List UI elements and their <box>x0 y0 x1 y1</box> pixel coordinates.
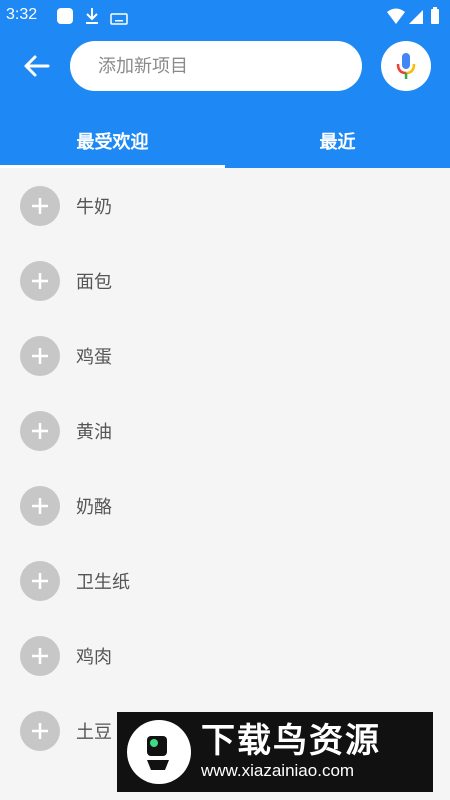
list-item-label: 牛奶 <box>76 196 112 218</box>
list-item-label: 鸡蛋 <box>76 346 112 368</box>
tab-label: 最受欢迎 <box>76 132 149 153</box>
list-item[interactable]: 面包 <box>0 243 450 318</box>
search-field[interactable] <box>70 41 362 91</box>
back-button[interactable] <box>18 48 54 84</box>
search-input[interactable] <box>96 54 362 78</box>
bird-logo-icon <box>127 720 191 784</box>
list-item[interactable]: 牛奶 <box>0 168 450 243</box>
list-item[interactable]: 黄油 <box>0 393 450 468</box>
download-icon <box>84 7 100 29</box>
app-bar: 最受欢迎 最近 <box>0 32 450 168</box>
add-icon[interactable] <box>20 710 60 751</box>
watermark-title: 下载鸟资源 <box>201 721 381 761</box>
add-icon[interactable] <box>20 185 60 226</box>
status-bar: 3:32 <box>0 0 450 32</box>
add-icon[interactable] <box>20 410 60 451</box>
keyboard-icon <box>110 10 128 29</box>
list-item[interactable]: 奶酪 <box>0 468 450 543</box>
tab-most-popular[interactable]: 最受欢迎 <box>0 114 225 168</box>
add-icon[interactable] <box>20 635 60 676</box>
suggestion-list: 牛奶 面包 鸡蛋 黄油 奶酪 卫生纸 鸡肉 土豆 <box>0 168 450 768</box>
app-notification-icon <box>56 7 74 29</box>
microphone-icon <box>396 53 416 79</box>
list-item-label: 卫生纸 <box>76 571 130 593</box>
watermark-url: www.xiazainiao.com <box>201 761 355 780</box>
add-icon[interactable] <box>20 485 60 526</box>
list-item[interactable]: 鸡肉 <box>0 618 450 693</box>
wifi-icon <box>386 7 406 29</box>
tab-label: 最近 <box>319 132 356 153</box>
tab-bar: 最受欢迎 最近 <box>0 114 450 168</box>
tab-recent[interactable]: 最近 <box>225 114 450 168</box>
status-time: 3:32 <box>6 6 38 23</box>
watermark-banner: 下载鸟资源 www.xiazainiao.com <box>117 712 433 792</box>
list-item[interactable]: 卫生纸 <box>0 543 450 618</box>
watermark-text: 下载鸟资源 www.xiazainiao.com <box>201 722 381 782</box>
battery-icon <box>430 7 440 29</box>
list-item-label: 面包 <box>76 271 112 293</box>
voice-input-button[interactable] <box>381 41 431 91</box>
list-item-label: 鸡肉 <box>76 646 112 668</box>
list-item-label: 奶酪 <box>76 496 112 518</box>
add-icon[interactable] <box>20 335 60 376</box>
add-icon[interactable] <box>20 560 60 601</box>
list-item[interactable]: 鸡蛋 <box>0 318 450 393</box>
add-icon[interactable] <box>20 260 60 301</box>
list-item-label: 土豆 <box>76 721 112 743</box>
arrow-left-icon <box>24 55 50 77</box>
list-item-label: 黄油 <box>76 421 112 443</box>
signal-icon <box>408 7 424 29</box>
